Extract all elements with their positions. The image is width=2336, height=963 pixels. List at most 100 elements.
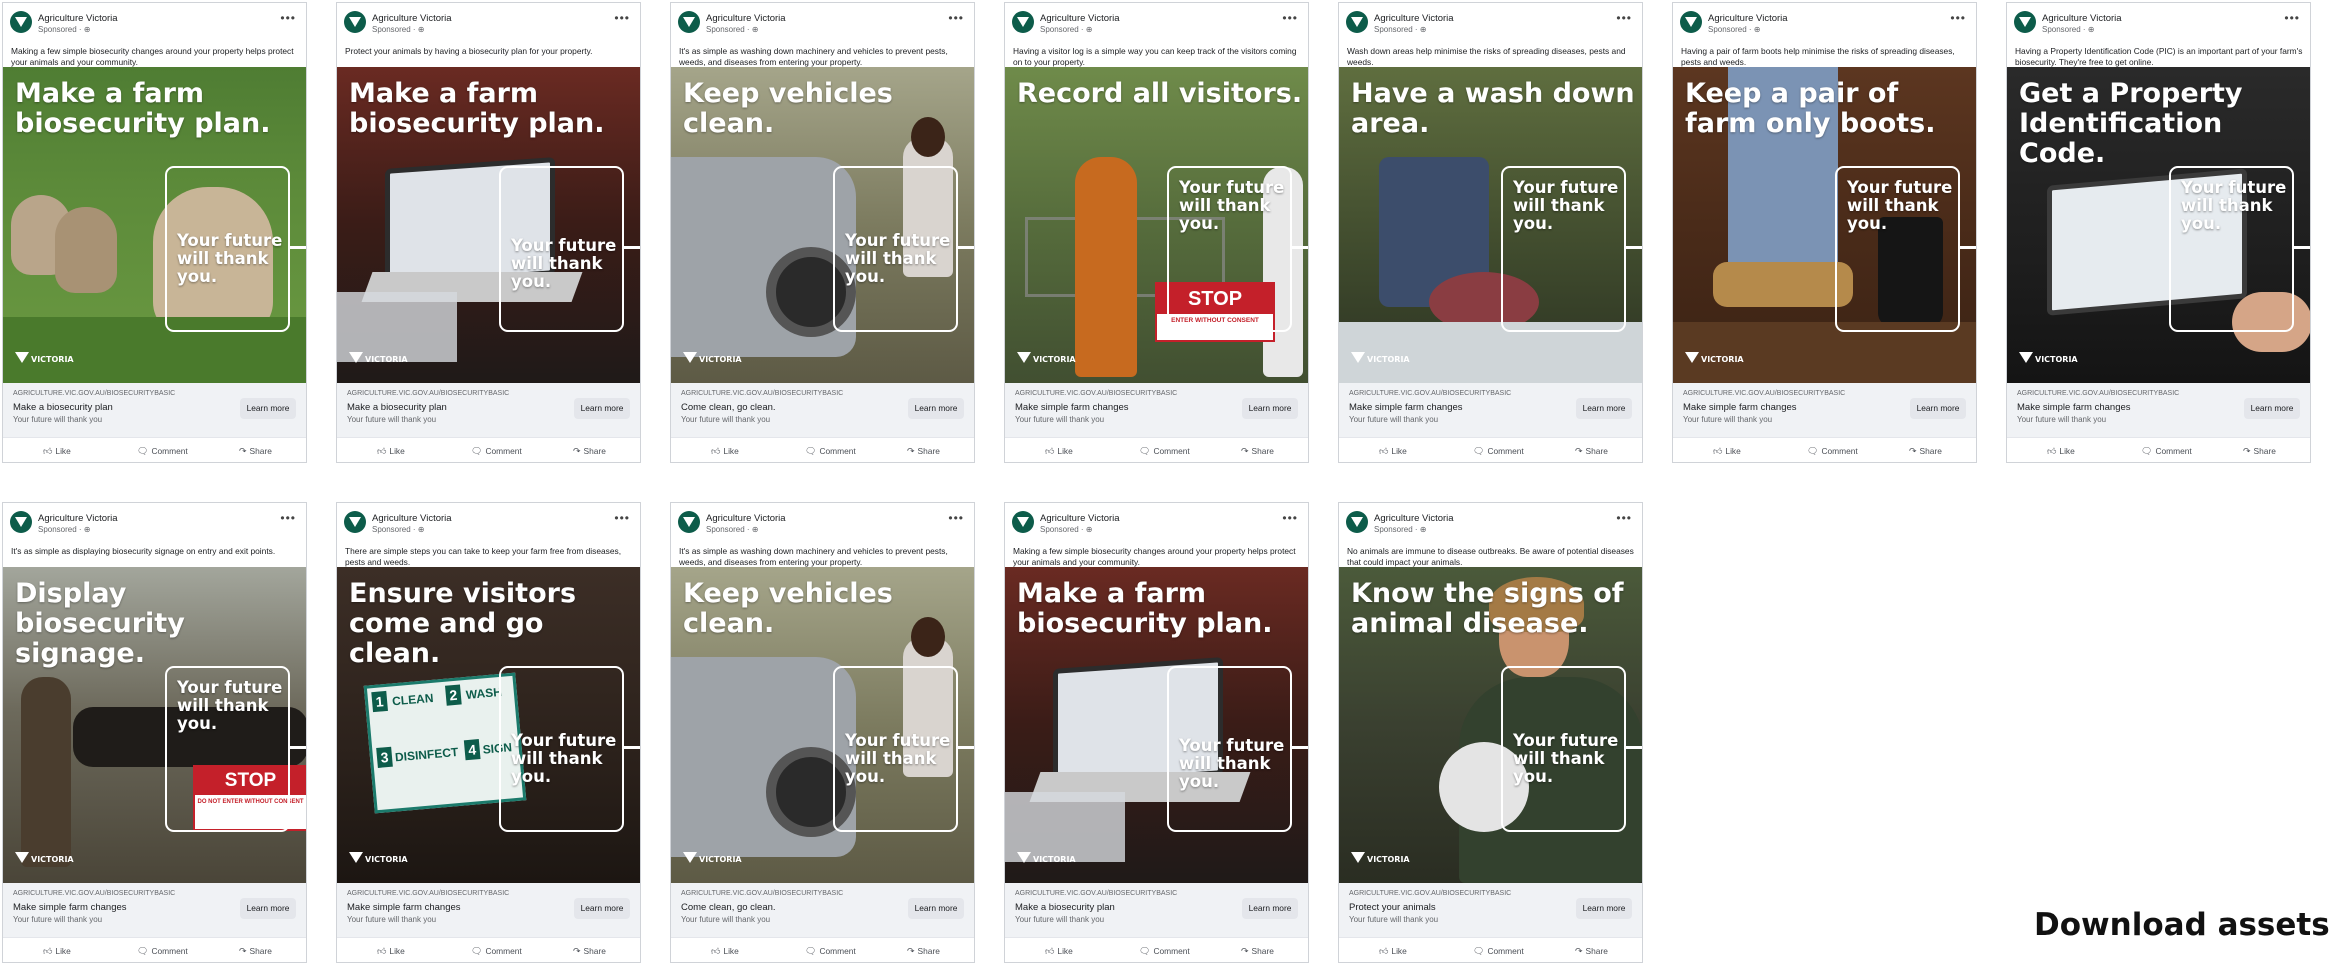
- like-button[interactable]: 👍︎ Like: [1045, 946, 1073, 957]
- page-name[interactable]: Agriculture Victoria: [1374, 513, 1454, 524]
- comment-button[interactable]: 🗨︎ Comment: [471, 946, 522, 957]
- ad-creative[interactable]: Make a farm biosecurity plan. Your futur…: [1005, 567, 1308, 883]
- page-name[interactable]: Agriculture Victoria: [1040, 13, 1120, 24]
- share-button[interactable]: ↷ Share: [573, 946, 606, 957]
- more-dots-icon[interactable]: •••: [1282, 511, 1298, 525]
- comment-button[interactable]: 🗨︎ Comment: [1473, 946, 1524, 957]
- like-button[interactable]: 👍︎ Like: [711, 446, 739, 457]
- link-footer[interactable]: AGRICULTURE.VIC.GOV.AU/BIOSECURITYBASIC …: [1339, 383, 1642, 437]
- ad-creative[interactable]: STOP DO NOT ENTER WITHOUT CONSENT Displa…: [3, 567, 306, 883]
- share-button[interactable]: ↷ Share: [907, 446, 940, 457]
- ad-creative[interactable]: Make a farm biosecurity plan. Your futur…: [337, 67, 640, 383]
- like-button[interactable]: 👍︎ Like: [43, 446, 71, 457]
- comment-button[interactable]: 🗨︎ Comment: [137, 446, 188, 457]
- more-dots-icon[interactable]: •••: [1282, 11, 1298, 25]
- page-avatar[interactable]: [2014, 11, 2036, 33]
- share-button[interactable]: ↷ Share: [1241, 946, 1274, 957]
- link-footer[interactable]: AGRICULTURE.VIC.GOV.AU/BIOSECURITYBASIC …: [1673, 383, 1976, 437]
- page-avatar[interactable]: [1346, 11, 1368, 33]
- learn-more-button[interactable]: Learn more: [574, 398, 630, 419]
- page-name[interactable]: Agriculture Victoria: [706, 13, 786, 24]
- ad-creative[interactable]: Keep vehicles clean. Your future will th…: [671, 567, 974, 883]
- learn-more-button[interactable]: Learn more: [908, 898, 964, 919]
- link-footer[interactable]: AGRICULTURE.VIC.GOV.AU/BIOSECURITYBASIC …: [1005, 883, 1308, 937]
- comment-button[interactable]: 🗨︎ Comment: [1807, 446, 1858, 457]
- link-footer[interactable]: AGRICULTURE.VIC.GOV.AU/BIOSECURITYBASIC …: [337, 883, 640, 937]
- page-avatar[interactable]: [678, 11, 700, 33]
- learn-more-button[interactable]: Learn more: [1576, 398, 1632, 419]
- page-name[interactable]: Agriculture Victoria: [1708, 13, 1788, 24]
- link-footer[interactable]: AGRICULTURE.VIC.GOV.AU/BIOSECURITYBASIC …: [3, 383, 306, 437]
- ad-creative[interactable]: Keep a pair of farm only boots. Your fut…: [1673, 67, 1976, 383]
- page-avatar[interactable]: [10, 511, 32, 533]
- comment-button[interactable]: 🗨︎ Comment: [1139, 946, 1190, 957]
- more-dots-icon[interactable]: •••: [948, 11, 964, 25]
- link-footer[interactable]: AGRICULTURE.VIC.GOV.AU/BIOSECURITYBASIC …: [1339, 883, 1642, 937]
- page-avatar[interactable]: [1012, 511, 1034, 533]
- page-avatar[interactable]: [1012, 11, 1034, 33]
- comment-button[interactable]: 🗨︎ Comment: [805, 946, 856, 957]
- more-dots-icon[interactable]: •••: [280, 11, 296, 25]
- more-dots-icon[interactable]: •••: [2284, 11, 2300, 25]
- comment-button[interactable]: 🗨︎ Comment: [1473, 446, 1524, 457]
- share-button[interactable]: ↷ Share: [1575, 946, 1608, 957]
- learn-more-button[interactable]: Learn more: [240, 398, 296, 419]
- ad-creative[interactable]: Get a Property Identification Code. Your…: [2007, 67, 2310, 383]
- ad-creative[interactable]: Make a farm biosecurity plan. Your futur…: [3, 67, 306, 383]
- comment-button[interactable]: 🗨︎ Comment: [2141, 446, 2192, 457]
- link-footer[interactable]: AGRICULTURE.VIC.GOV.AU/BIOSECURITYBASIC …: [671, 383, 974, 437]
- more-dots-icon[interactable]: •••: [1950, 11, 1966, 25]
- more-dots-icon[interactable]: •••: [1616, 11, 1632, 25]
- link-footer[interactable]: AGRICULTURE.VIC.GOV.AU/BIOSECURITYBASIC …: [671, 883, 974, 937]
- like-button[interactable]: 👍︎ Like: [1379, 946, 1407, 957]
- page-name[interactable]: Agriculture Victoria: [706, 513, 786, 524]
- link-footer[interactable]: AGRICULTURE.VIC.GOV.AU/BIOSECURITYBASIC …: [2007, 383, 2310, 437]
- like-button[interactable]: 👍︎ Like: [711, 946, 739, 957]
- ad-creative[interactable]: Have a wash down area. Your future will …: [1339, 67, 1642, 383]
- download-assets-link[interactable]: Download assets: [2034, 907, 2336, 943]
- more-dots-icon[interactable]: •••: [614, 11, 630, 25]
- more-dots-icon[interactable]: •••: [614, 511, 630, 525]
- like-button[interactable]: 👍︎ Like: [43, 946, 71, 957]
- learn-more-button[interactable]: Learn more: [1242, 898, 1298, 919]
- ad-creative[interactable]: Know the signs of animal disease. Your f…: [1339, 567, 1642, 883]
- learn-more-button[interactable]: Learn more: [1576, 898, 1632, 919]
- page-name[interactable]: Agriculture Victoria: [38, 513, 118, 524]
- share-button[interactable]: ↷ Share: [573, 446, 606, 457]
- share-button[interactable]: ↷ Share: [1241, 446, 1274, 457]
- share-button[interactable]: ↷ Share: [239, 446, 272, 457]
- like-button[interactable]: 👍︎ Like: [2047, 446, 2075, 457]
- like-button[interactable]: 👍︎ Like: [377, 446, 405, 457]
- learn-more-button[interactable]: Learn more: [908, 398, 964, 419]
- share-button[interactable]: ↷ Share: [1909, 446, 1942, 457]
- like-button[interactable]: 👍︎ Like: [377, 946, 405, 957]
- ad-creative[interactable]: Keep vehicles clean. Your future will th…: [671, 67, 974, 383]
- learn-more-button[interactable]: Learn more: [2244, 398, 2300, 419]
- page-avatar[interactable]: [1680, 11, 1702, 33]
- page-name[interactable]: Agriculture Victoria: [372, 13, 452, 24]
- like-button[interactable]: 👍︎ Like: [1713, 446, 1741, 457]
- page-name[interactable]: Agriculture Victoria: [1374, 13, 1454, 24]
- more-dots-icon[interactable]: •••: [280, 511, 296, 525]
- link-footer[interactable]: AGRICULTURE.VIC.GOV.AU/BIOSECURITYBASIC …: [337, 383, 640, 437]
- page-avatar[interactable]: [678, 511, 700, 533]
- more-dots-icon[interactable]: •••: [948, 511, 964, 525]
- learn-more-button[interactable]: Learn more: [240, 898, 296, 919]
- share-button[interactable]: ↷ Share: [907, 946, 940, 957]
- learn-more-button[interactable]: Learn more: [1910, 398, 1966, 419]
- ad-creative[interactable]: STOP ENTER WITHOUT CONSENT Record all vi…: [1005, 67, 1308, 383]
- comment-button[interactable]: 🗨︎ Comment: [805, 446, 856, 457]
- comment-button[interactable]: 🗨︎ Comment: [137, 946, 188, 957]
- learn-more-button[interactable]: Learn more: [1242, 398, 1298, 419]
- page-avatar[interactable]: [344, 11, 366, 33]
- like-button[interactable]: 👍︎ Like: [1045, 446, 1073, 457]
- comment-button[interactable]: 🗨︎ Comment: [471, 446, 522, 457]
- learn-more-button[interactable]: Learn more: [574, 898, 630, 919]
- link-footer[interactable]: AGRICULTURE.VIC.GOV.AU/BIOSECURITYBASIC …: [1005, 383, 1308, 437]
- page-avatar[interactable]: [344, 511, 366, 533]
- share-button[interactable]: ↷ Share: [239, 946, 272, 957]
- page-name[interactable]: Agriculture Victoria: [372, 513, 452, 524]
- page-name[interactable]: Agriculture Victoria: [38, 13, 118, 24]
- page-name[interactable]: Agriculture Victoria: [1040, 513, 1120, 524]
- comment-button[interactable]: 🗨︎ Comment: [1139, 446, 1190, 457]
